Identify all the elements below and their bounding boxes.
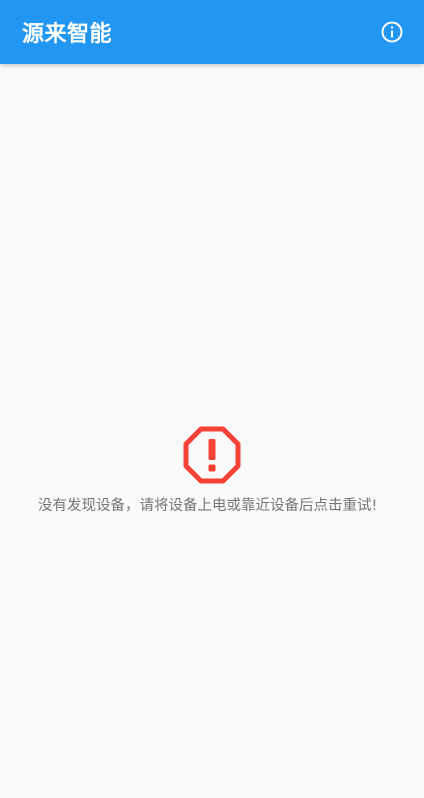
warning-octagon-icon	[183, 426, 241, 484]
app-screen: 源来智能 没有发现设备，请将设备上电或靠近设备后点击重试!	[0, 0, 424, 798]
info-button[interactable]	[372, 12, 412, 52]
main-content: 没有发现设备，请将设备上电或靠近设备后点击重试!	[0, 64, 424, 798]
empty-state: 没有发现设备，请将设备上电或靠近设备后点击重试!	[0, 426, 424, 517]
app-bar: 源来智能	[0, 0, 424, 64]
info-circle-icon	[381, 21, 403, 43]
app-title: 源来智能	[22, 22, 113, 47]
no-device-message: 没有发现设备，请将设备上电或靠近设备后点击重试!	[38, 498, 378, 514]
